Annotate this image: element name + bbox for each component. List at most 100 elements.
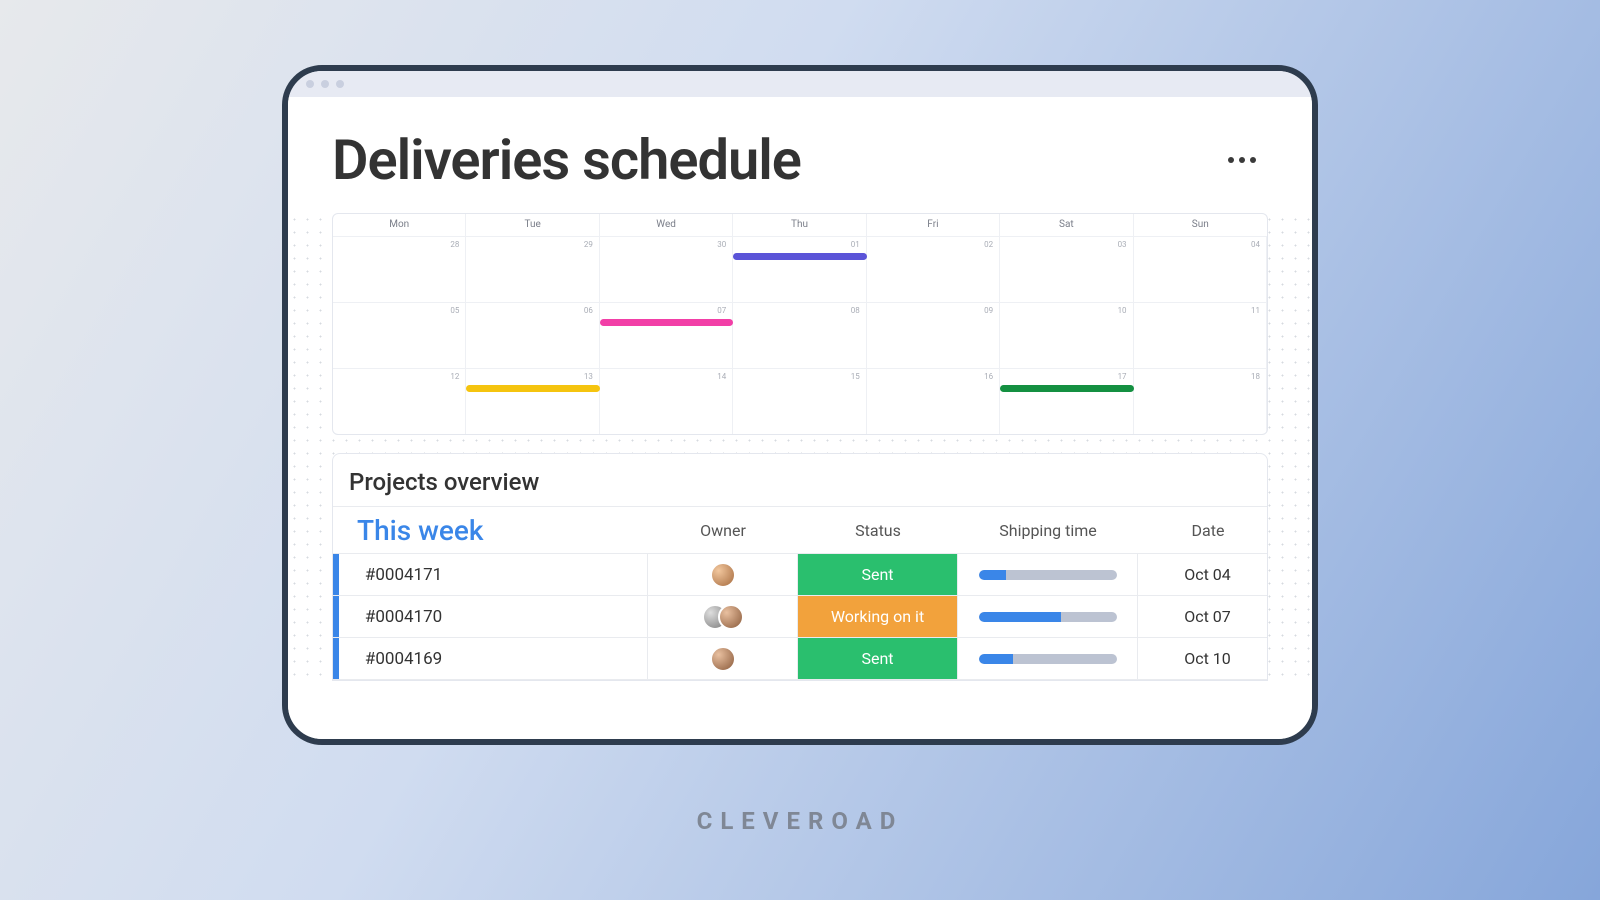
calendar-event-bar[interactable] xyxy=(466,385,599,392)
column-header-shipping: Shipping time xyxy=(958,521,1138,540)
calendar-cell[interactable]: 05 xyxy=(333,303,466,368)
projects-group-label[interactable]: This week xyxy=(333,514,648,547)
calendar-day-header: Wed xyxy=(600,214,733,236)
calendar-cell[interactable]: 11 xyxy=(1134,303,1267,368)
cell-owner xyxy=(648,596,798,637)
cell-owner xyxy=(648,554,798,595)
cell-shipping-time xyxy=(958,596,1138,637)
content-area: Deliveries schedule Mon Tue Wed Thu Fri … xyxy=(288,97,1312,739)
more-dot-icon xyxy=(1239,157,1245,163)
calendar-event-bar[interactable] xyxy=(600,319,733,326)
cell-date: Oct 04 xyxy=(1138,554,1268,595)
projects-table-header: This week Owner Status Shipping time Dat… xyxy=(333,506,1267,554)
column-header-date: Date xyxy=(1138,521,1268,540)
cell-status[interactable]: Working on it xyxy=(798,596,958,637)
calendar-date-number: 16 xyxy=(984,372,993,381)
calendar-cell[interactable]: 04 xyxy=(1134,237,1267,302)
cell-project-id: #0004169 xyxy=(333,638,648,679)
page-title: Deliveries schedule xyxy=(332,127,801,193)
calendar-date-number: 08 xyxy=(851,306,860,315)
calendar-cell[interactable]: 02 xyxy=(867,237,1000,302)
calendar-header-row: Mon Tue Wed Thu Fri Sat Sun xyxy=(333,214,1267,236)
calendar-cell[interactable]: 01 xyxy=(733,237,866,302)
calendar-date-number: 06 xyxy=(584,306,593,315)
project-id-text: #0004171 xyxy=(339,554,648,595)
calendar-cell[interactable]: 28 xyxy=(333,237,466,302)
calendar-day-header: Mon xyxy=(333,214,466,236)
calendar-date-number: 14 xyxy=(717,372,726,381)
cell-project-id: #0004170 xyxy=(333,596,648,637)
calendar-cell[interactable]: 09 xyxy=(867,303,1000,368)
calendar-cell[interactable]: 03 xyxy=(1000,237,1133,302)
project-id-text: #0004169 xyxy=(339,638,648,679)
cell-project-id: #0004171 xyxy=(333,554,648,595)
calendar-cell[interactable]: 07 xyxy=(600,303,733,368)
calendar-date-number: 04 xyxy=(1251,240,1260,249)
calendar-cell[interactable]: 10 xyxy=(1000,303,1133,368)
page-header: Deliveries schedule xyxy=(288,97,1312,213)
calendar-day-header: Sat xyxy=(1000,214,1133,236)
calendar-cell[interactable]: 14 xyxy=(600,369,733,434)
calendar-cell[interactable]: 15 xyxy=(733,369,866,434)
calendar-date-number: 29 xyxy=(584,240,593,249)
calendar-cell[interactable]: 13 xyxy=(466,369,599,434)
calendar-event-bar[interactable] xyxy=(1000,385,1133,392)
table-row[interactable]: #0004171 Sent Oct 04 xyxy=(333,554,1267,596)
project-id-text: #0004170 xyxy=(339,596,648,637)
window-titlebar xyxy=(288,71,1312,97)
calendar-date-number: 01 xyxy=(851,240,860,249)
avatar[interactable] xyxy=(710,562,736,588)
calendar-body: 28 29 30 01 02 03 04 05 06 07 08 09 10 11 12 13 14 15 16 17… xyxy=(333,236,1267,434)
calendar-day-header: Tue xyxy=(466,214,599,236)
calendar-cell[interactable]: 06 xyxy=(466,303,599,368)
projects-overview-title: Projects overview xyxy=(333,454,1267,506)
calendar-date-number: 15 xyxy=(851,372,860,381)
shipping-progress-fill xyxy=(979,570,1007,580)
traffic-light-close[interactable] xyxy=(306,80,314,88)
more-options-button[interactable] xyxy=(1220,149,1264,171)
calendar-cell[interactable]: 29 xyxy=(466,237,599,302)
calendar-day-header: Sun xyxy=(1134,214,1267,236)
calendar-date-number: 17 xyxy=(1118,372,1127,381)
calendar-event-bar[interactable] xyxy=(733,253,866,260)
calendar-date-number: 07 xyxy=(717,306,726,315)
calendar-cell[interactable]: 08 xyxy=(733,303,866,368)
calendar-week-row: 05 06 07 08 09 10 11 xyxy=(333,302,1267,368)
calendar-cell[interactable]: 18 xyxy=(1134,369,1267,434)
calendar-date-number: 10 xyxy=(1118,306,1127,315)
cell-owner xyxy=(648,638,798,679)
app-window: Deliveries schedule Mon Tue Wed Thu Fri … xyxy=(282,65,1318,745)
calendar-date-number: 11 xyxy=(1251,306,1260,315)
shipping-progress-bar[interactable] xyxy=(979,612,1117,622)
table-row[interactable]: #0004170Working on itOct 07 xyxy=(333,596,1267,638)
calendar-date-number: 02 xyxy=(984,240,993,249)
calendar-day-header: Thu xyxy=(733,214,866,236)
cell-status[interactable]: Sent xyxy=(798,638,958,679)
traffic-light-minimize[interactable] xyxy=(321,80,329,88)
projects-overview-card: Projects overview This week Owner Status… xyxy=(332,453,1268,681)
calendar-date-number: 13 xyxy=(584,372,593,381)
column-header-owner: Owner xyxy=(648,521,798,540)
cell-status[interactable]: Sent xyxy=(798,554,958,595)
calendar-week-row: 28 29 30 01 02 03 04 xyxy=(333,236,1267,302)
traffic-light-maximize[interactable] xyxy=(336,80,344,88)
cell-shipping-time xyxy=(958,554,1138,595)
calendar-cell[interactable]: 12 xyxy=(333,369,466,434)
calendar-cell[interactable]: 17 xyxy=(1000,369,1133,434)
cell-shipping-time xyxy=(958,638,1138,679)
column-header-status: Status xyxy=(798,521,958,540)
more-dot-icon xyxy=(1250,157,1256,163)
shipping-progress-bar[interactable] xyxy=(979,570,1117,580)
avatar[interactable] xyxy=(710,646,736,672)
calendar-cell[interactable]: 30 xyxy=(600,237,733,302)
calendar-date-number: 28 xyxy=(450,240,459,249)
calendar-date-number: 03 xyxy=(1118,240,1127,249)
shipping-progress-bar[interactable] xyxy=(979,654,1117,664)
calendar-date-number: 09 xyxy=(984,306,993,315)
calendar-widget[interactable]: Mon Tue Wed Thu Fri Sat Sun 28 29 30 01 02 03… xyxy=(332,213,1268,435)
shipping-progress-fill xyxy=(979,654,1014,664)
table-row[interactable]: #0004169SentOct 10 xyxy=(333,638,1267,680)
avatar[interactable] xyxy=(718,604,744,630)
calendar-cell[interactable]: 16 xyxy=(867,369,1000,434)
calendar-week-row: 12 13 14 15 16 17 18 xyxy=(333,368,1267,434)
